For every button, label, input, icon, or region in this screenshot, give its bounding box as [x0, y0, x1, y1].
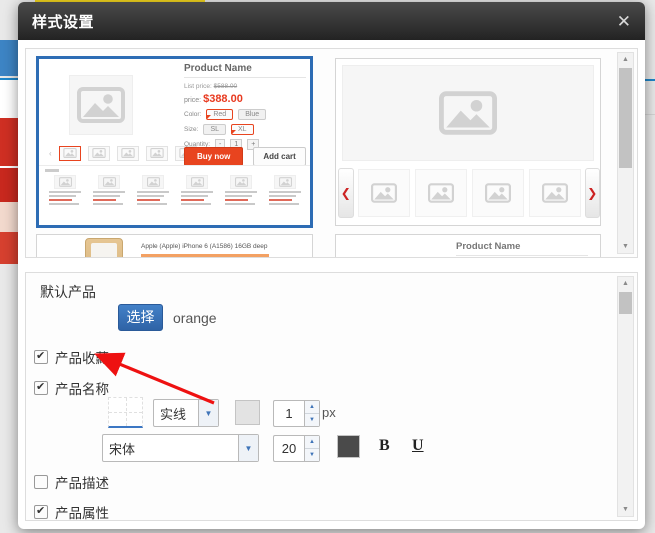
background-page-divider [645, 114, 655, 115]
scrollbar-thumb[interactable] [619, 68, 632, 168]
font-size-stepper[interactable]: 20 ▲ ▼ [273, 435, 320, 462]
product-image-placeholder [69, 75, 133, 135]
checkbox-row-product-name[interactable]: 产品名称 [34, 378, 109, 398]
product-info-column: Product Name List price: $588.00 price: … [184, 63, 306, 150]
price: price: $388.00 [184, 93, 306, 105]
carousel-thumbnail [529, 169, 581, 217]
list-price: List price: $588.00 [184, 83, 306, 90]
product-name: Product Name [184, 63, 306, 78]
checkbox-product-attributes[interactable] [34, 505, 48, 519]
next-arrow-icon: ❯ [585, 168, 601, 218]
size-options-row: Size: SL XL [184, 124, 306, 135]
template-card-product-detail[interactable]: ‹ › Product Name List price: $588.00 pri… [36, 56, 313, 228]
add-cart-button: Add cart [253, 147, 305, 166]
scroll-down-icon[interactable]: ▼ [618, 503, 633, 516]
iphone-product-image [85, 238, 123, 258]
close-icon[interactable]: ✕ [617, 13, 631, 30]
font-color-swatch[interactable] [337, 435, 360, 458]
image-placeholder-icon [77, 87, 125, 123]
dialog-header: 样式设置 ✕ [18, 2, 645, 40]
chevron-down-icon[interactable]: ▼ [198, 400, 218, 426]
color-chip-blue: Blue [238, 109, 266, 120]
thumbnail [88, 146, 110, 161]
action-buttons: Buy now Add cart [184, 147, 306, 166]
scroll-down-icon[interactable]: ▼ [618, 240, 633, 253]
gallery-image-placeholder [342, 65, 594, 161]
carousel-thumbnail [415, 169, 467, 217]
related-product-card [266, 174, 304, 205]
font-size-input[interactable]: 20 [273, 435, 304, 462]
checkbox-product-name[interactable] [34, 381, 48, 395]
product-name: Product Name [456, 241, 588, 256]
thumbnail-selected [59, 146, 81, 161]
carousel-thumbnail [472, 169, 524, 217]
size-chip-xl: XL [231, 124, 254, 135]
border-position-picker[interactable] [108, 397, 143, 428]
style-settings-dialog: 样式设置 ✕ ‹ › Product Name List price: [18, 2, 645, 529]
default-product-label: 默认产品 [40, 282, 96, 302]
related-section-label [45, 169, 59, 172]
color-options-row: Color: Red Blue [184, 109, 306, 120]
related-product-card [222, 174, 260, 205]
background-page-banner [0, 168, 18, 202]
spinner-up-icon[interactable]: ▲ [305, 401, 319, 414]
image-placeholder-icon [439, 91, 497, 135]
template-card-gallery[interactable]: ❮ ❯ [335, 58, 601, 226]
font-family-select[interactable]: 宋体 ▼ [102, 434, 259, 462]
checkbox-product-favorite[interactable] [34, 350, 48, 364]
scroll-up-icon[interactable]: ▲ [618, 53, 633, 66]
related-product-card [46, 174, 84, 205]
selected-product-value: orange [173, 310, 217, 326]
background-page-blue-block [0, 40, 18, 76]
background-page-blue-line [645, 79, 655, 81]
checkbox-row-product-attributes[interactable]: 产品属性 [34, 502, 109, 521]
background-page-content [0, 202, 18, 232]
templates-scrollbar[interactable]: ▲ ▼ [617, 52, 634, 254]
related-product-card [90, 174, 128, 205]
border-width-input[interactable]: 1 [273, 400, 304, 427]
scrollbar-thumb[interactable] [619, 292, 632, 314]
related-product-card [134, 174, 172, 205]
thumbnail-strip: ‹ › [49, 145, 206, 161]
carousel-thumbnail [358, 169, 410, 217]
related-product-card [178, 174, 216, 205]
size-chip-sl: SL [203, 124, 226, 135]
related-products-section [39, 165, 310, 205]
background-page-banner [0, 118, 18, 168]
gallery-carousel: ❮ ❯ [338, 167, 600, 219]
template-card-iphone[interactable]: Apple (Apple) iPhone 6 (A1586) 16GB deep [36, 234, 313, 258]
buy-now-button: Buy now [184, 147, 243, 166]
checkbox-product-description[interactable] [34, 475, 48, 489]
iphone-price-line [141, 254, 269, 258]
border-color-swatch[interactable] [235, 400, 260, 425]
background-page-banner [0, 232, 18, 264]
underline-button[interactable]: U [412, 437, 424, 455]
border-width-stepper[interactable]: 1 ▲ ▼ [273, 400, 320, 427]
bold-button[interactable]: B [379, 437, 390, 455]
iphone-product-title: Apple (Apple) iPhone 6 (A1586) 16GB deep [141, 243, 267, 250]
border-style-select[interactable]: 实线 ▼ [153, 399, 219, 427]
settings-scrollbar[interactable]: ▲ ▼ [617, 276, 634, 517]
spinner-down-icon[interactable]: ▼ [305, 414, 319, 426]
settings-panel: 默认产品 选择 orange 产品收藏 产品名称 实线 ▼ 1 ▲ ▼ px 宋… [25, 272, 638, 521]
thumb-prev-icon: ‹ [49, 149, 52, 158]
color-chip-red: Red [206, 109, 233, 120]
dialog-title: 样式设置 [18, 11, 94, 32]
checkbox-row-product-description[interactable]: 产品描述 [34, 472, 109, 492]
prev-arrow-icon: ❮ [338, 168, 354, 218]
spinner-down-icon[interactable]: ▼ [305, 449, 319, 461]
template-preview-panel: ‹ › Product Name List price: $588.00 pri… [25, 48, 638, 258]
thumbnail [146, 146, 168, 161]
spinner-up-icon[interactable]: ▲ [305, 436, 319, 449]
px-unit-label: px [322, 405, 336, 420]
checkbox-row-product-favorite[interactable]: 产品收藏 [34, 347, 109, 367]
template-card-detail-2[interactable]: Product Name List price: $588.00 [335, 234, 601, 258]
chevron-down-icon[interactable]: ▼ [238, 435, 258, 461]
thumbnail [117, 146, 139, 161]
select-product-button[interactable]: 选择 [118, 304, 163, 331]
background-page-white [0, 80, 18, 118]
scroll-up-icon[interactable]: ▲ [618, 277, 633, 290]
